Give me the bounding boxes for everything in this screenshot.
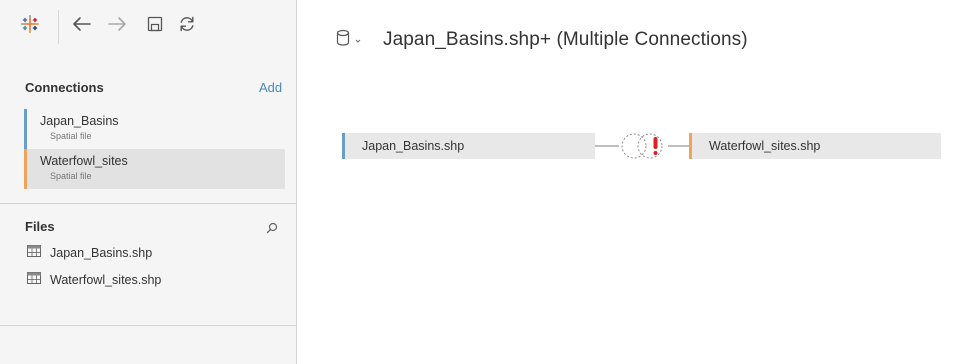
connection-type: Spatial file	[50, 131, 92, 141]
table-name: Waterfowl_sites.shp	[709, 139, 821, 153]
refresh-icon[interactable]	[177, 14, 197, 34]
table-icon	[27, 271, 41, 289]
datasource-title[interactable]: Japan_Basins.shp+ (Multiple Connections)	[383, 29, 748, 51]
file-item-japan-basins[interactable]: Japan_Basins.shp	[27, 244, 152, 262]
table-icon	[27, 244, 41, 262]
datasource-menu[interactable]	[336, 26, 361, 54]
data-sidebar: Connections Add Japan_Basins Spatial fil…	[0, 0, 297, 364]
sidebar-divider	[0, 203, 297, 204]
forward-arrow-icon[interactable]	[107, 14, 127, 34]
connection-item-japan-basins[interactable]: Japan_Basins Spatial file	[24, 109, 285, 149]
chevron-down-icon	[355, 31, 361, 49]
table-pill-waterfowl-sites[interactable]: Waterfowl_sites.shp	[689, 133, 941, 159]
back-arrow-icon[interactable]	[72, 14, 92, 34]
connection-color-bar	[24, 109, 27, 149]
connection-name: Japan_Basins	[40, 114, 119, 128]
connection-name: Waterfowl_sites	[40, 154, 128, 168]
toolbar	[0, 0, 297, 60]
data-source-canvas: Japan_Basins.shp+ (Multiple Connections)…	[298, 0, 957, 364]
database-icon	[336, 29, 352, 52]
connections-heading: Connections	[25, 80, 104, 95]
join-warning-icon[interactable]	[595, 128, 692, 164]
files-heading: Files	[25, 219, 55, 234]
table-name: Japan_Basins.shp	[362, 139, 465, 153]
search-icon[interactable]	[266, 221, 278, 234]
file-item-waterfowl-sites[interactable]: Waterfowl_sites.shp	[27, 271, 161, 289]
tableau-logo-icon[interactable]	[20, 14, 40, 34]
file-name: Japan_Basins.shp	[50, 246, 153, 260]
sidebar-divider	[0, 325, 297, 326]
add-connection-link[interactable]: Add	[259, 80, 282, 95]
save-icon[interactable]	[145, 14, 165, 34]
table-color-bar	[342, 133, 345, 159]
connection-color-bar	[24, 149, 27, 189]
table-color-bar	[689, 133, 692, 159]
toolbar-separator	[58, 10, 59, 44]
table-pill-japan-basins[interactable]: Japan_Basins.shp	[342, 133, 595, 159]
file-name: Waterfowl_sites.shp	[50, 273, 162, 287]
connection-type: Spatial file	[50, 171, 92, 181]
connection-item-waterfowl-sites[interactable]: Waterfowl_sites Spatial file	[24, 149, 285, 189]
